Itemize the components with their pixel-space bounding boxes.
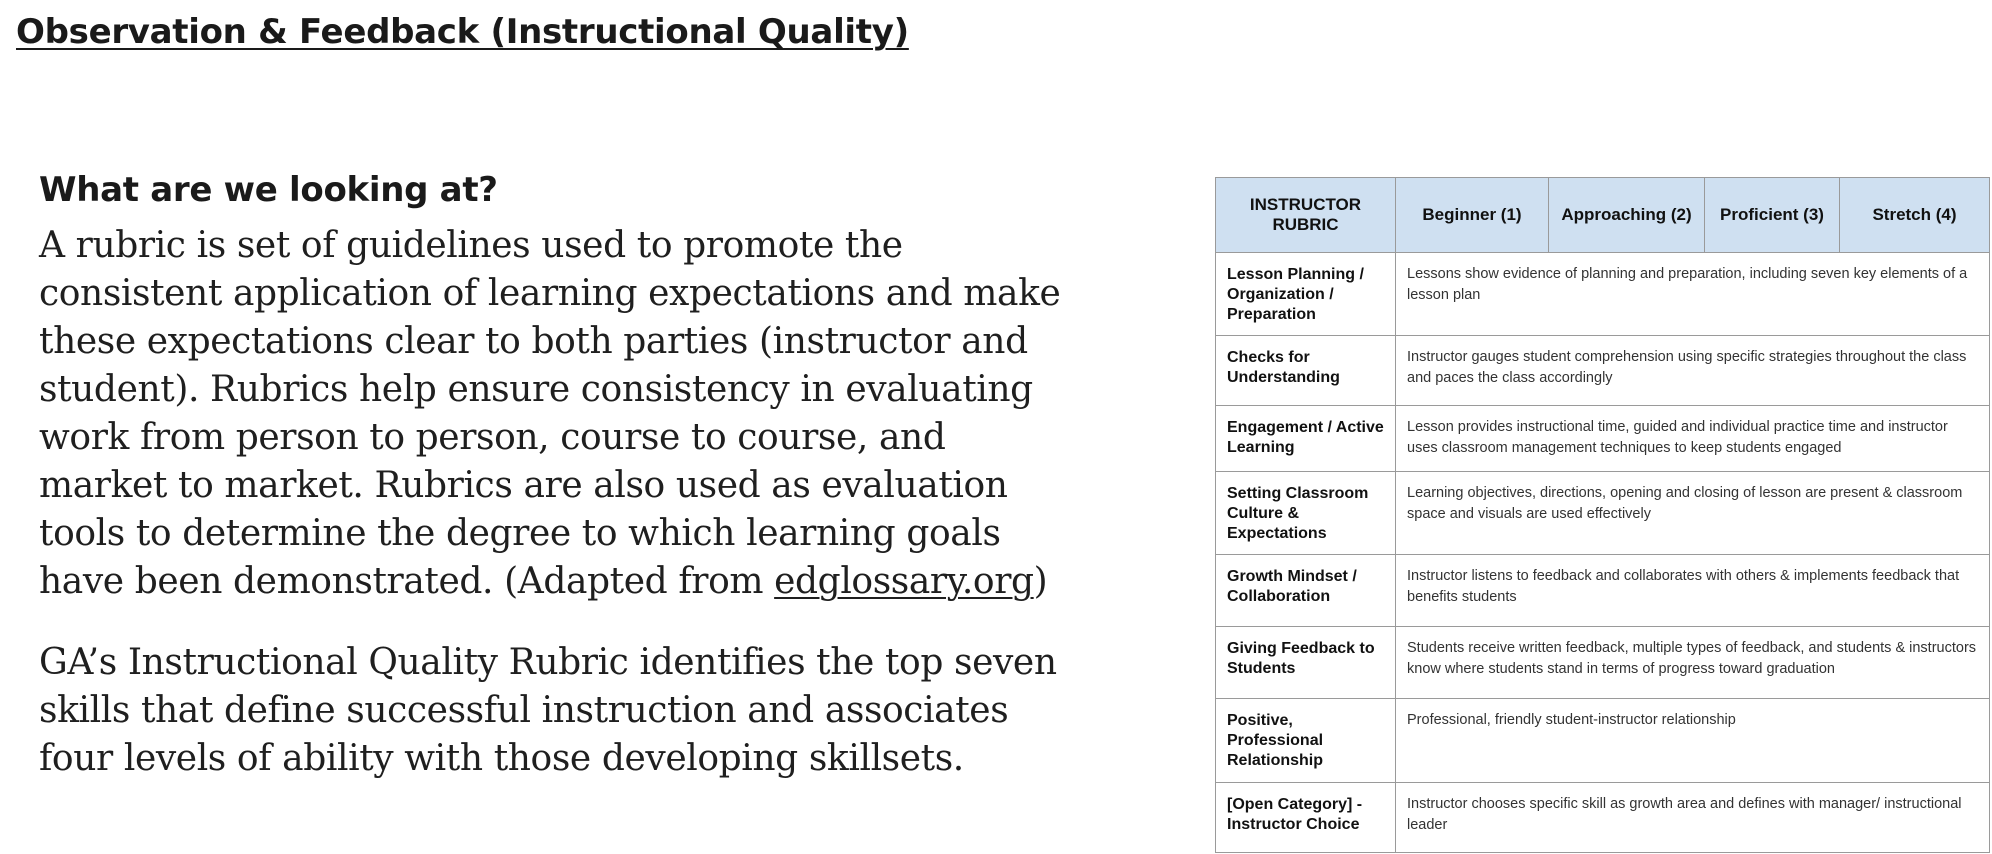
rubric-description: Instructor chooses specific skill as gro… xyxy=(1395,782,1990,853)
rubric-definition-text: A rubric is set of guidelines used to pr… xyxy=(39,225,1061,602)
table-row: [Open Category] - Instructor Choice Inst… xyxy=(1215,782,1990,853)
rubric-description: Instructor listens to feedback and colla… xyxy=(1395,554,1990,627)
rubric-category: Growth Mindset / Collaboration xyxy=(1215,554,1396,627)
header-stretch: Stretch (4) xyxy=(1839,177,1990,253)
rubric-description: Students receive written feedback, multi… xyxy=(1395,626,1990,699)
rubric-header-row: INSTRUCTOR RUBRIC Beginner (1) Approachi… xyxy=(1215,177,1990,253)
edglossary-link[interactable]: edglossary.org xyxy=(774,561,1034,602)
table-row: Growth Mindset / Collaboration Instructo… xyxy=(1215,554,1990,627)
table-row: Checks for Understanding Instructor gaug… xyxy=(1215,335,1990,406)
table-row: Engagement / Active Learning Lesson prov… xyxy=(1215,405,1990,472)
table-row: Giving Feedback to Students Students rec… xyxy=(1215,626,1990,699)
intro-section: What are we looking at? A rubric is set … xyxy=(39,170,1079,783)
table-row: Setting Classroom Culture & Expectations… xyxy=(1215,471,1990,555)
rubric-definition-paragraph: A rubric is set of guidelines used to pr… xyxy=(39,222,1079,606)
rubric-description: Lesson provides instructional time, guid… xyxy=(1395,405,1990,472)
rubric-category: Giving Feedback to Students xyxy=(1215,626,1396,699)
table-row: Positive, Professional Relationship Prof… xyxy=(1215,698,1990,783)
header-approaching: Approaching (2) xyxy=(1548,177,1705,253)
header-beginner: Beginner (1) xyxy=(1395,177,1549,253)
rubric-category: Engagement / Active Learning xyxy=(1215,405,1396,472)
header-proficient: Proficient (3) xyxy=(1704,177,1840,253)
paragraph-close-paren: ) xyxy=(1033,561,1048,602)
rubric-category: Positive, Professional Relationship xyxy=(1215,698,1396,783)
rubric-category: [Open Category] - Instructor Choice xyxy=(1215,782,1396,853)
ga-rubric-paragraph: GA’s Instructional Quality Rubric identi… xyxy=(39,642,1057,779)
table-row: Lesson Planning / Organization / Prepara… xyxy=(1215,252,1990,336)
page-title: Observation & Feedback (Instructional Qu… xyxy=(16,12,909,52)
rubric-category: Setting Classroom Culture & Expectations xyxy=(1215,471,1396,555)
header-instructor-rubric: INSTRUCTOR RUBRIC xyxy=(1215,177,1396,253)
rubric-description: Learning objectives, directions, opening… xyxy=(1395,471,1990,555)
rubric-description: Lessons show evidence of planning and pr… xyxy=(1395,252,1990,336)
section-heading: What are we looking at? xyxy=(39,170,498,210)
rubric-description: Professional, friendly student-instructo… xyxy=(1395,698,1990,783)
rubric-description: Instructor gauges student comprehension … xyxy=(1395,335,1990,406)
instructor-rubric-table: INSTRUCTOR RUBRIC Beginner (1) Approachi… xyxy=(1215,177,1990,853)
rubric-category: Checks for Understanding xyxy=(1215,335,1396,406)
rubric-category: Lesson Planning / Organization / Prepara… xyxy=(1215,252,1396,336)
